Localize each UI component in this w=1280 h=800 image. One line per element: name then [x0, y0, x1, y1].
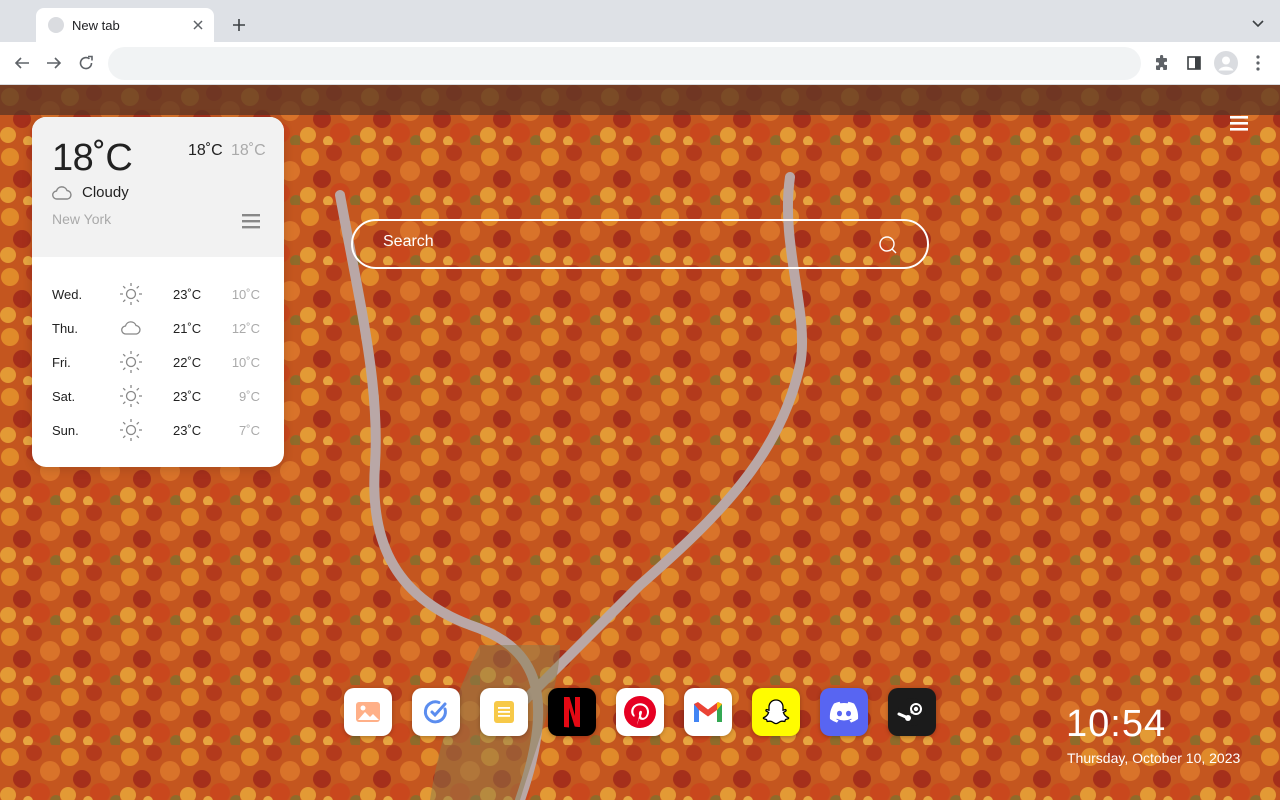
forecast-row: Thu. 21˚C 12˚C [32, 311, 284, 345]
globe-icon [48, 17, 64, 33]
weather-widget[interactable]: 18˚C 18˚C 18˚C Cloudy New York Wed. 23˚C… [32, 117, 284, 467]
search-input[interactable] [383, 233, 863, 251]
address-bar[interactable] [108, 47, 1141, 80]
forecast-row: Wed. 23˚C 10˚C [32, 277, 284, 311]
tasks-app-icon[interactable] [412, 688, 460, 736]
forecast-low: 10˚C [231, 287, 260, 302]
current-temperature: 18˚C [52, 137, 133, 179]
sun-icon [120, 419, 142, 441]
tab-title: New tab [72, 17, 120, 33]
weather-forecast: Wed. 23˚C 10˚C Thu. 21˚C 12˚C Fri. 22˚C … [32, 277, 284, 447]
sun-icon [120, 351, 142, 373]
forecast-low: 12˚C [231, 321, 260, 336]
plus-icon [233, 19, 245, 31]
gmail-icon[interactable] [684, 688, 732, 736]
clock-date: Thursday, October 10, 2023 [1067, 750, 1241, 766]
forecast-low: 9˚C [239, 389, 260, 404]
search-icon[interactable] [877, 234, 899, 256]
reload-icon [79, 55, 93, 70]
today-high: 18˚C [188, 142, 223, 159]
new-tab-button[interactable] [226, 12, 252, 38]
forward-button[interactable] [40, 49, 68, 77]
chevron-down-icon [1252, 20, 1264, 28]
discord-icon[interactable] [820, 688, 868, 736]
forecast-high: 21˚C [173, 321, 202, 336]
tab-strip: New tab [0, 0, 1280, 42]
forecast-day: Sat. [52, 389, 76, 404]
netflix-icon[interactable] [548, 688, 596, 736]
today-low: 18˚C [231, 142, 266, 159]
forecast-day: Thu. [52, 321, 79, 336]
notes-app-icon[interactable] [480, 688, 528, 736]
browser-menu-button[interactable] [1244, 49, 1272, 77]
puzzle-icon [1156, 55, 1167, 70]
side-panel-icon [1187, 56, 1201, 70]
weather-current: 18˚C 18˚C 18˚C Cloudy New York [32, 117, 284, 257]
sun-icon [120, 283, 142, 305]
search-box[interactable] [351, 219, 929, 269]
forecast-high: 23˚C [173, 287, 202, 302]
cloud-icon [52, 185, 72, 200]
clock-time: 10:54 [1066, 703, 1167, 745]
more-vert-icon [1256, 55, 1260, 71]
back-button[interactable] [8, 49, 36, 77]
weather-condition-label: Cloudy [82, 184, 129, 201]
forecast-row: Sun. 23˚C 7˚C [32, 413, 284, 447]
close-icon[interactable] [188, 15, 208, 35]
arrow-left-icon [14, 57, 29, 69]
forecast-day: Sun. [52, 423, 79, 438]
forecast-high: 22˚C [173, 355, 202, 370]
page-menu-icon[interactable] [1228, 115, 1250, 133]
photos-app-icon[interactable] [344, 688, 392, 736]
reload-button[interactable] [72, 49, 100, 77]
weather-condition: Cloudy [52, 184, 129, 201]
app-dock [344, 688, 936, 736]
forecast-high: 23˚C [173, 423, 202, 438]
forecast-day: Wed. [52, 287, 83, 302]
pinterest-icon[interactable] [616, 688, 664, 736]
weather-city: New York [52, 211, 112, 227]
arrow-right-icon [47, 57, 62, 69]
forecast-row: Fri. 22˚C 10˚C [32, 345, 284, 379]
extensions-button[interactable] [1148, 49, 1176, 77]
side-panel-button[interactable] [1180, 49, 1208, 77]
tab-search-button[interactable] [1246, 12, 1270, 36]
avatar-icon [1214, 51, 1238, 75]
snapchat-icon[interactable] [752, 688, 800, 736]
forecast-high: 23˚C [173, 389, 202, 404]
profile-button[interactable] [1212, 49, 1240, 77]
forecast-low: 7˚C [239, 423, 260, 438]
forecast-low: 10˚C [231, 355, 260, 370]
sun-icon [120, 385, 142, 407]
tab-new-tab[interactable]: New tab [36, 8, 214, 42]
cloud-icon [121, 321, 141, 335]
forecast-day: Fri. [52, 355, 71, 370]
forecast-row: Sat. 23˚C 9˚C [32, 379, 284, 413]
steam-icon[interactable] [888, 688, 936, 736]
browser-toolbar [0, 42, 1280, 85]
weather-menu-icon[interactable] [242, 213, 264, 231]
new-tab-page: 18˚C 18˚C 18˚C Cloudy New York Wed. 23˚C… [0, 85, 1280, 800]
